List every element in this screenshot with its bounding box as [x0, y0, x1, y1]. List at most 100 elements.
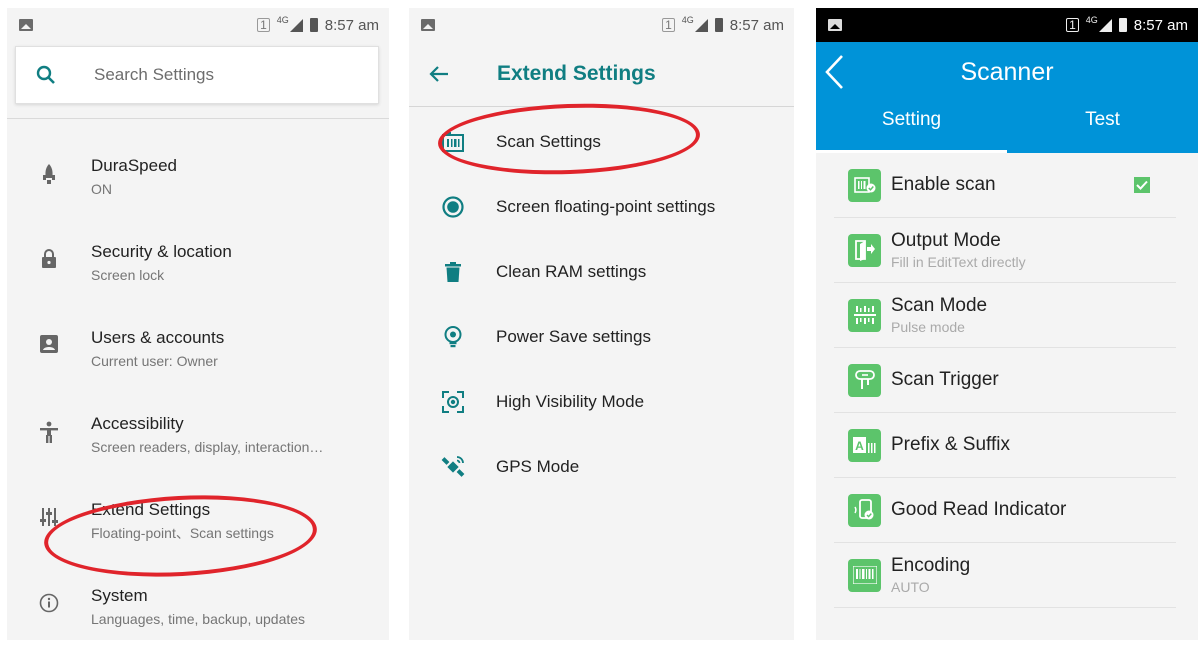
divider [7, 118, 389, 119]
item-subtitle: ON [91, 181, 112, 197]
menu-item-high-visibility[interactable]: High Visibility Mode [409, 369, 794, 434]
item-subtitle: Current user: Owner [91, 353, 218, 369]
settings-item-accessibility[interactable]: Accessibility Screen readers, display, in… [7, 403, 389, 489]
settings-item-security[interactable]: Security & location Screen lock [7, 231, 389, 317]
settings-list: DuraSpeed ON Security & location Screen lo… [7, 145, 389, 640]
item-title: Extend Settings [91, 500, 211, 519]
settings-item-duraspeed[interactable]: DuraSpeed ON [7, 145, 389, 231]
lock-icon [42, 249, 56, 268]
setting-title: Prefix & Suffix [891, 434, 1010, 455]
settings-item-users[interactable]: Users & accounts Current user: Owner [7, 317, 389, 403]
menu-item-scan-settings[interactable]: Scan Settings [409, 109, 794, 174]
item-title: Accessibility [91, 414, 184, 433]
scan-settings-icon [441, 131, 464, 152]
setting-scan-trigger[interactable]: Scan Trigger [834, 348, 1176, 413]
setting-subtitle: AUTO [891, 579, 930, 595]
high-visibility-icon [441, 390, 464, 413]
image-notification-icon [828, 19, 842, 31]
prefix-suffix-icon: A [848, 428, 881, 462]
svg-text:A: A [855, 439, 864, 453]
setting-prefix-suffix[interactable]: A Prefix & Suffix [834, 413, 1176, 478]
item-subtitle: Languages, time, backup, updates [91, 611, 306, 627]
status-time: 8:57 am [729, 16, 784, 34]
item-subtitle: Floating-point、Scan settings [91, 525, 274, 541]
battery-icon [309, 18, 318, 32]
setting-title: Good Read Indicator [891, 499, 1067, 520]
status-time: 8:57 am [1133, 16, 1188, 34]
setting-title: Encoding [891, 555, 971, 576]
sim-indicator: 1 [662, 18, 675, 32]
settings-screen: 1 4G 8:57 am Search Settings DuraSpeed ON… [7, 8, 389, 640]
network-type: 4G [681, 15, 694, 25]
menu-item-label: GPS Mode [496, 456, 580, 476]
menu-item-gps-mode[interactable]: GPS Mode [409, 434, 794, 499]
item-title: DuraSpeed [91, 156, 178, 175]
setting-subtitle: Fill in EditText directly [891, 254, 1026, 270]
item-subtitle: Screen readers, display, interaction… [91, 439, 324, 455]
info-icon [39, 593, 59, 613]
extend-settings-screen: 1 4G 8:57 am Extend Settings Scan Settin… [409, 8, 794, 640]
menu-item-power-save[interactable]: Power Save settings [409, 304, 794, 369]
enable-scan-checkbox[interactable] [1134, 177, 1150, 193]
good-read-icon [848, 493, 881, 527]
extend-settings-list: Scan Settings Screen floating-point sett… [409, 107, 794, 499]
menu-item-label: Power Save settings [496, 326, 651, 346]
signal-icon [694, 18, 708, 32]
setting-output-mode[interactable]: Output Mode Fill in EditText directly [834, 218, 1176, 283]
setting-title: Scan Trigger [891, 369, 999, 390]
setting-good-read-indicator[interactable]: Good Read Indicator [834, 478, 1176, 543]
barcode-icon [848, 558, 881, 592]
image-notification-icon [19, 19, 33, 31]
search-placeholder: Search Settings [94, 65, 215, 84]
setting-enable-scan[interactable]: Enable scan [834, 153, 1176, 218]
sim-indicator: 1 [257, 18, 270, 32]
menu-item-label: Screen floating-point settings [496, 196, 716, 216]
scanner-screen: 1 4G 8:57 am Scanner Setting Test Enable… [816, 8, 1198, 640]
account-box-icon [40, 335, 58, 353]
menu-item-floating-point[interactable]: Screen floating-point settings [409, 174, 794, 239]
signal-icon [289, 18, 303, 32]
settings-item-extend[interactable]: Extend Settings Floating-point、Scan setti… [7, 489, 389, 575]
toolbar: Extend Settings [409, 42, 794, 106]
item-title: Users & accounts [91, 328, 225, 347]
search-icon [36, 65, 55, 84]
scan-trigger-icon [848, 363, 881, 397]
scanner-settings-list: Enable scan Output Mode Fill in EditText … [816, 153, 1198, 608]
status-bar: 1 4G 8:57 am [7, 8, 389, 42]
menu-item-clean-ram[interactable]: Clean RAM settings [409, 239, 794, 304]
status-time: 8:57 am [324, 16, 379, 34]
menu-item-label: Clean RAM settings [496, 261, 647, 281]
network-type: 4G [276, 15, 289, 25]
settings-item-system[interactable]: System Languages, time, backup, updates [7, 575, 389, 640]
network-type: 4G [1085, 15, 1098, 25]
tab-test[interactable]: Test [1007, 97, 1198, 153]
setting-title: Enable scan [891, 174, 996, 195]
sim-indicator: 1 [1066, 18, 1079, 32]
setting-title: Output Mode [891, 230, 1001, 251]
item-title: Security & location [91, 242, 232, 261]
search-bar[interactable]: Search Settings [15, 46, 379, 104]
item-subtitle: Screen lock [91, 267, 165, 283]
tab-bar: Setting Test [816, 97, 1198, 153]
satellite-icon [441, 455, 464, 477]
back-arrow-icon[interactable] [429, 65, 449, 83]
page-title: Extend Settings [497, 62, 656, 85]
scanner-app-bar: Scanner Setting Test [816, 42, 1198, 153]
setting-encoding[interactable]: Encoding AUTO [834, 543, 1176, 608]
setting-scan-mode[interactable]: Scan Mode Pulse mode [834, 283, 1176, 348]
accessibility-icon [40, 421, 58, 443]
scan-mode-icon [848, 298, 881, 332]
item-title: System [91, 586, 148, 605]
status-bar: 1 4G 8:57 am [409, 8, 794, 42]
tab-setting[interactable]: Setting [816, 97, 1007, 153]
menu-item-label: Scan Settings [496, 131, 601, 151]
battery-icon [1118, 18, 1127, 32]
rocket-icon [43, 164, 55, 184]
power-save-icon [444, 325, 461, 347]
trash-icon [444, 261, 461, 282]
floating-point-icon [441, 195, 464, 218]
battery-icon [714, 18, 723, 32]
setting-title: Scan Mode [891, 295, 988, 316]
page-title: Scanner [960, 58, 1054, 86]
sliders-icon [40, 508, 58, 526]
